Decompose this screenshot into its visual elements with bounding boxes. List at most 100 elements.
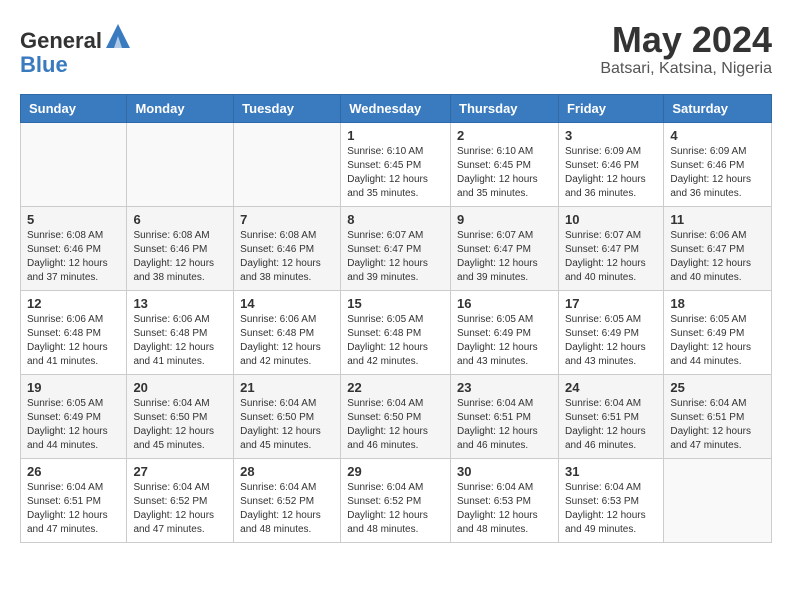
calendar-cell: 19 Sunrise: 6:05 AM Sunset: 6:49 PM Dayli… — [21, 374, 127, 458]
day-info: Sunrise: 6:09 AM Sunset: 6:46 PM Dayligh… — [670, 145, 765, 201]
day-number: 15 — [347, 296, 444, 311]
day-info: Sunrise: 6:07 AM Sunset: 6:47 PM Dayligh… — [565, 229, 657, 285]
day-info: Sunrise: 6:04 AM Sunset: 6:52 PM Dayligh… — [347, 481, 444, 537]
day-info: Sunrise: 6:05 AM Sunset: 6:49 PM Dayligh… — [457, 313, 552, 369]
day-number: 10 — [565, 212, 657, 227]
calendar-cell: 29 Sunrise: 6:04 AM Sunset: 6:52 PM Dayli… — [341, 458, 451, 542]
calendar-cell — [664, 458, 772, 542]
day-number: 31 — [565, 464, 657, 479]
day-info: Sunrise: 6:04 AM Sunset: 6:50 PM Dayligh… — [240, 397, 334, 453]
calendar-week-row: 1 Sunrise: 6:10 AM Sunset: 6:45 PM Daylig… — [21, 122, 772, 206]
day-number: 11 — [670, 212, 765, 227]
calendar-cell: 15 Sunrise: 6:05 AM Sunset: 6:48 PM Dayli… — [341, 290, 451, 374]
calendar-cell: 17Sunrise: 6:05 AM Sunset: 6:49 PM Dayli… — [558, 290, 663, 374]
day-number: 1 — [347, 128, 444, 143]
weekday-header: Saturday — [664, 94, 772, 122]
calendar-week-row: 5 Sunrise: 6:08 AM Sunset: 6:46 PM Daylig… — [21, 206, 772, 290]
day-info: Sunrise: 6:04 AM Sunset: 6:50 PM Dayligh… — [133, 397, 227, 453]
weekday-header: Wednesday — [341, 94, 451, 122]
day-info: Sunrise: 6:06 AM Sunset: 6:47 PM Dayligh… — [670, 229, 765, 285]
day-info: Sunrise: 6:10 AM Sunset: 6:45 PM Dayligh… — [347, 145, 444, 201]
calendar-cell: 6 Sunrise: 6:08 AM Sunset: 6:46 PM Daylig… — [127, 206, 234, 290]
day-info: Sunrise: 6:05 AM Sunset: 6:49 PM Dayligh… — [565, 313, 657, 369]
weekday-header-row: SundayMondayTuesdayWednesdayThursdayFrid… — [21, 94, 772, 122]
calendar-cell: 27 Sunrise: 6:04 AM Sunset: 6:52 PM Dayli… — [127, 458, 234, 542]
day-info: Sunrise: 6:05 AM Sunset: 6:48 PM Dayligh… — [347, 313, 444, 369]
day-number: 29 — [347, 464, 444, 479]
day-info: Sunrise: 6:04 AM Sunset: 6:53 PM Dayligh… — [457, 481, 552, 537]
day-number: 2 — [457, 128, 552, 143]
day-number: 14 — [240, 296, 334, 311]
calendar-cell: 8Sunrise: 6:07 AM Sunset: 6:47 PM Daylig… — [341, 206, 451, 290]
calendar-cell: 12Sunrise: 6:06 AM Sunset: 6:48 PM Dayli… — [21, 290, 127, 374]
weekday-header: Sunday — [21, 94, 127, 122]
logo-general-text: General — [20, 28, 102, 53]
calendar-cell: 3Sunrise: 6:09 AM Sunset: 6:46 PM Daylig… — [558, 122, 663, 206]
page-header: General Blue May 2024 Batsari, Katsina, … — [20, 20, 772, 78]
calendar-cell: 10 Sunrise: 6:07 AM Sunset: 6:47 PM Dayli… — [558, 206, 663, 290]
calendar-week-row: 26 Sunrise: 6:04 AM Sunset: 6:51 PM Dayli… — [21, 458, 772, 542]
day-number: 18 — [670, 296, 765, 311]
day-number: 21 — [240, 380, 334, 395]
calendar-week-row: 19 Sunrise: 6:05 AM Sunset: 6:49 PM Dayli… — [21, 374, 772, 458]
month-title: May 2024 — [600, 20, 772, 60]
calendar-cell: 14 Sunrise: 6:06 AM Sunset: 6:48 PM Dayli… — [234, 290, 341, 374]
calendar-cell: 21 Sunrise: 6:04 AM Sunset: 6:50 PM Dayli… — [234, 374, 341, 458]
calendar-cell: 23 Sunrise: 6:04 AM Sunset: 6:51 PM Dayli… — [451, 374, 559, 458]
calendar-cell: 1 Sunrise: 6:10 AM Sunset: 6:45 PM Daylig… — [341, 122, 451, 206]
day-number: 28 — [240, 464, 334, 479]
calendar-cell: 13Sunrise: 6:06 AM Sunset: 6:48 PM Dayli… — [127, 290, 234, 374]
day-info: Sunrise: 6:04 AM Sunset: 6:52 PM Dayligh… — [240, 481, 334, 537]
day-number: 23 — [457, 380, 552, 395]
day-info: Sunrise: 6:08 AM Sunset: 6:46 PM Dayligh… — [27, 229, 120, 285]
day-info: Sunrise: 6:04 AM Sunset: 6:52 PM Dayligh… — [133, 481, 227, 537]
calendar-cell: 20 Sunrise: 6:04 AM Sunset: 6:50 PM Dayli… — [127, 374, 234, 458]
location-text: Batsari, Katsina, Nigeria — [600, 60, 772, 78]
day-number: 25 — [670, 380, 765, 395]
day-info: Sunrise: 6:04 AM Sunset: 6:51 PM Dayligh… — [457, 397, 552, 453]
day-number: 16 — [457, 296, 552, 311]
day-number: 19 — [27, 380, 120, 395]
day-info: Sunrise: 6:04 AM Sunset: 6:50 PM Dayligh… — [347, 397, 444, 453]
calendar-cell: 11 Sunrise: 6:06 AM Sunset: 6:47 PM Dayli… — [664, 206, 772, 290]
calendar-cell: 24Sunrise: 6:04 AM Sunset: 6:51 PM Dayli… — [558, 374, 663, 458]
day-info: Sunrise: 6:09 AM Sunset: 6:46 PM Dayligh… — [565, 145, 657, 201]
day-number: 5 — [27, 212, 120, 227]
day-number: 27 — [133, 464, 227, 479]
calendar-cell: 30Sunrise: 6:04 AM Sunset: 6:53 PM Dayli… — [451, 458, 559, 542]
day-info: Sunrise: 6:04 AM Sunset: 6:51 PM Dayligh… — [27, 481, 120, 537]
calendar-cell: 9 Sunrise: 6:07 AM Sunset: 6:47 PM Daylig… — [451, 206, 559, 290]
day-number: 20 — [133, 380, 227, 395]
weekday-header: Friday — [558, 94, 663, 122]
calendar-cell: 22 Sunrise: 6:04 AM Sunset: 6:50 PM Dayli… — [341, 374, 451, 458]
calendar-table: SundayMondayTuesdayWednesdayThursdayFrid… — [20, 94, 772, 543]
day-number: 9 — [457, 212, 552, 227]
weekday-header: Monday — [127, 94, 234, 122]
calendar-cell: 18 Sunrise: 6:05 AM Sunset: 6:49 PM Dayli… — [664, 290, 772, 374]
day-info: Sunrise: 6:07 AM Sunset: 6:47 PM Dayligh… — [457, 229, 552, 285]
calendar-cell: 7Sunrise: 6:08 AM Sunset: 6:46 PM Daylig… — [234, 206, 341, 290]
day-info: Sunrise: 6:08 AM Sunset: 6:46 PM Dayligh… — [133, 229, 227, 285]
calendar-cell: 31Sunrise: 6:04 AM Sunset: 6:53 PM Dayli… — [558, 458, 663, 542]
day-info: Sunrise: 6:06 AM Sunset: 6:48 PM Dayligh… — [27, 313, 120, 369]
day-info: Sunrise: 6:05 AM Sunset: 6:49 PM Dayligh… — [670, 313, 765, 369]
day-info: Sunrise: 6:04 AM Sunset: 6:51 PM Dayligh… — [670, 397, 765, 453]
day-number: 22 — [347, 380, 444, 395]
calendar-cell: 5 Sunrise: 6:08 AM Sunset: 6:46 PM Daylig… — [21, 206, 127, 290]
logo-icon — [104, 20, 132, 48]
calendar-cell: 16 Sunrise: 6:05 AM Sunset: 6:49 PM Dayli… — [451, 290, 559, 374]
day-info: Sunrise: 6:10 AM Sunset: 6:45 PM Dayligh… — [457, 145, 552, 201]
day-number: 26 — [27, 464, 120, 479]
day-number: 4 — [670, 128, 765, 143]
calendar-cell: 25 Sunrise: 6:04 AM Sunset: 6:51 PM Dayli… — [664, 374, 772, 458]
day-number: 6 — [133, 212, 227, 227]
day-info: Sunrise: 6:05 AM Sunset: 6:49 PM Dayligh… — [27, 397, 120, 453]
logo-blue-text: Blue — [20, 52, 68, 77]
day-info: Sunrise: 6:04 AM Sunset: 6:51 PM Dayligh… — [565, 397, 657, 453]
day-number: 7 — [240, 212, 334, 227]
calendar-cell: 26 Sunrise: 6:04 AM Sunset: 6:51 PM Dayli… — [21, 458, 127, 542]
logo: General Blue — [20, 20, 132, 77]
calendar-cell — [127, 122, 234, 206]
day-info: Sunrise: 6:06 AM Sunset: 6:48 PM Dayligh… — [240, 313, 334, 369]
weekday-header: Tuesday — [234, 94, 341, 122]
